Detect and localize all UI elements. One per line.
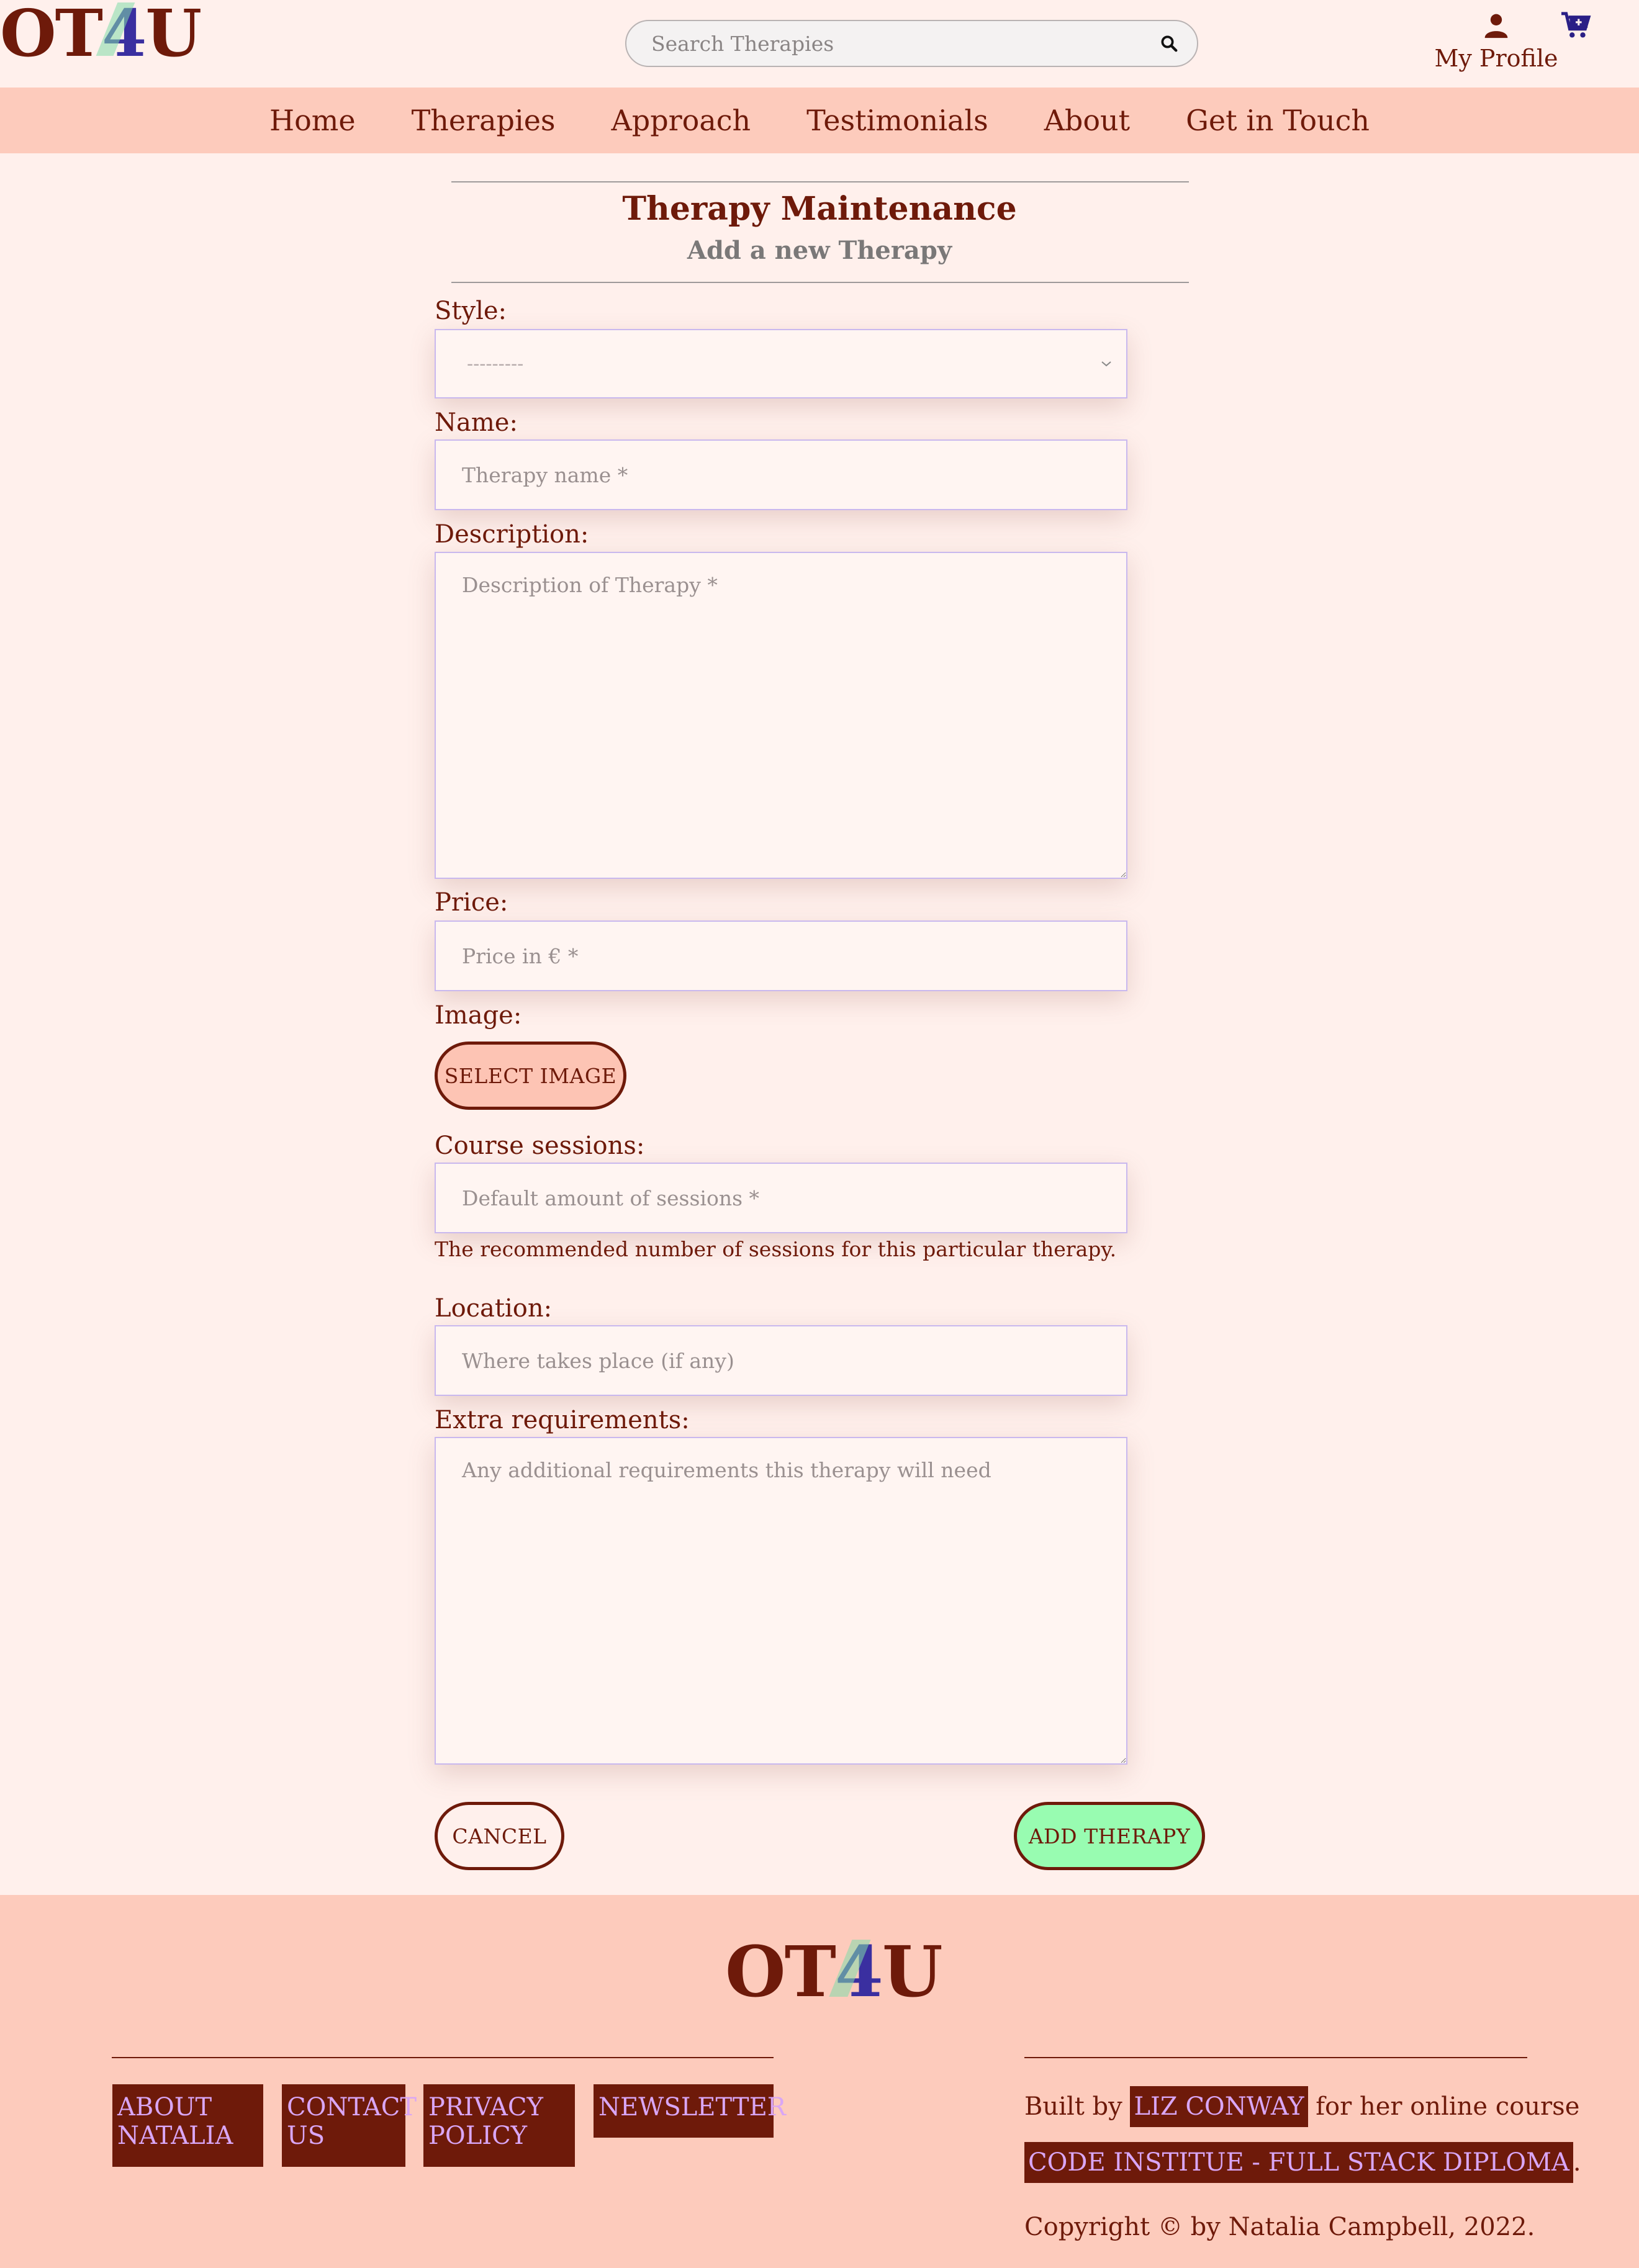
select-image-button[interactable]: SELECT IMAGE [435,1042,626,1110]
location-label: Location: [435,1294,553,1323]
footer-course-line: CODE INSTITUE - FULL STACK DIPLOMA. [1024,2142,1581,2183]
extra-requirements-textarea[interactable] [435,1437,1127,1765]
course-sessions-help: The recommended number of sessions for t… [435,1237,1117,1261]
style-selected-value: --------- [467,353,524,375]
logo-text-four: 4 [102,0,147,71]
course-sessions-label: Course sessions: [435,1132,645,1160]
my-profile-link[interactable]: My Profile [1428,11,1564,72]
footer-logo-left: OT [725,1932,836,2013]
style-label: Style: [435,297,507,325]
search-icon [1161,35,1178,52]
course-sessions-input[interactable] [435,1163,1127,1233]
cart-icon [1561,12,1591,38]
search-button[interactable] [1141,21,1197,66]
footer-course-link[interactable]: CODE INSTITUE - FULL STACK DIPLOMA [1024,2142,1573,2183]
page-title: Therapy Maintenance [622,190,1017,228]
footer-link-about-natalia[interactable]: ABOUT NATALIA [112,2084,263,2167]
title-bottom-rule [451,282,1189,283]
description-textarea[interactable] [435,552,1127,879]
footer-logo-four: 4 [834,1932,883,2013]
style-select[interactable]: --------- [435,329,1127,398]
main-nav: Home Therapies Approach Testimonials Abo… [0,88,1639,153]
site-logo[interactable]: OT4U [0,1,202,66]
footer-right-rule [1024,2057,1527,2058]
footer-copyright: Copyright © by Natalia Campbell, 2022. [1024,2213,1535,2241]
logo-text-right: U [145,0,202,71]
footer-link-privacy-policy[interactable]: PRIVACY POLICY [423,2084,575,2167]
footer-left-rule [112,2057,774,2058]
cart-link[interactable] [1560,11,1591,42]
extra-requirements-label: Extra requirements: [435,1406,690,1434]
add-therapy-button[interactable]: ADD THERAPY [1014,1802,1205,1870]
footer-link-contact-us[interactable]: CONTACT US [282,2084,417,2167]
search-bar [625,20,1198,67]
my-profile-label: My Profile [1434,45,1558,72]
footer-logo-right: U [882,1932,943,2013]
footer-link-privacy-line2: POLICY [428,2122,528,2150]
name-input[interactable] [435,439,1127,510]
footer-built-by: Built by LIZ CONWAY for her online cours… [1024,2086,1580,2127]
price-label: Price: [435,888,508,917]
title-top-rule [451,181,1189,182]
location-input[interactable] [435,1325,1127,1396]
image-label: Image: [435,1001,522,1030]
footer-link-newsletter[interactable]: NEWSLETTER [594,2084,786,2138]
footer-author-link[interactable]: LIZ CONWAY [1130,2086,1308,2127]
cancel-button[interactable]: CANCEL [435,1802,564,1870]
footer-link-newsletter-line1: NEWSLETTER [598,2093,786,2122]
footer-link-about-line1: ABOUT [117,2093,212,2122]
footer-link-privacy-line1: PRIVACY [428,2093,543,2122]
footer: OT4U ABOUT NATALIA CONTACT US PRIVACY PO… [0,1895,1639,2268]
footer-logo[interactable]: OT4U [725,1938,943,2007]
footer-built-by-text: Built by [1024,2092,1122,2121]
nav-home[interactable]: Home [269,104,356,137]
footer-link-contact-line2: US [287,2122,325,2150]
logo-text-left: OT [0,0,103,71]
nav-get-in-touch[interactable]: Get in Touch [1186,104,1370,137]
price-input[interactable] [435,920,1127,991]
footer-link-about-line2: NATALIA [117,2122,233,2150]
nav-about[interactable]: About [1044,104,1130,137]
chevron-down-icon [1101,361,1111,367]
name-label: Name: [435,408,518,437]
page-subtitle: Add a new Therapy [687,236,952,265]
nav-testimonials[interactable]: Testimonials [806,104,988,137]
nav-therapies[interactable]: Therapies [412,104,556,137]
footer-course-period: . [1573,2148,1581,2177]
footer-link-contact-line1: CONTACT [287,2093,417,2122]
user-icon [1484,14,1508,38]
nav-approach[interactable]: Approach [612,104,751,137]
search-input[interactable] [626,21,1141,66]
footer-course-text: for her online course [1316,2092,1580,2121]
description-label: Description: [435,520,589,549]
